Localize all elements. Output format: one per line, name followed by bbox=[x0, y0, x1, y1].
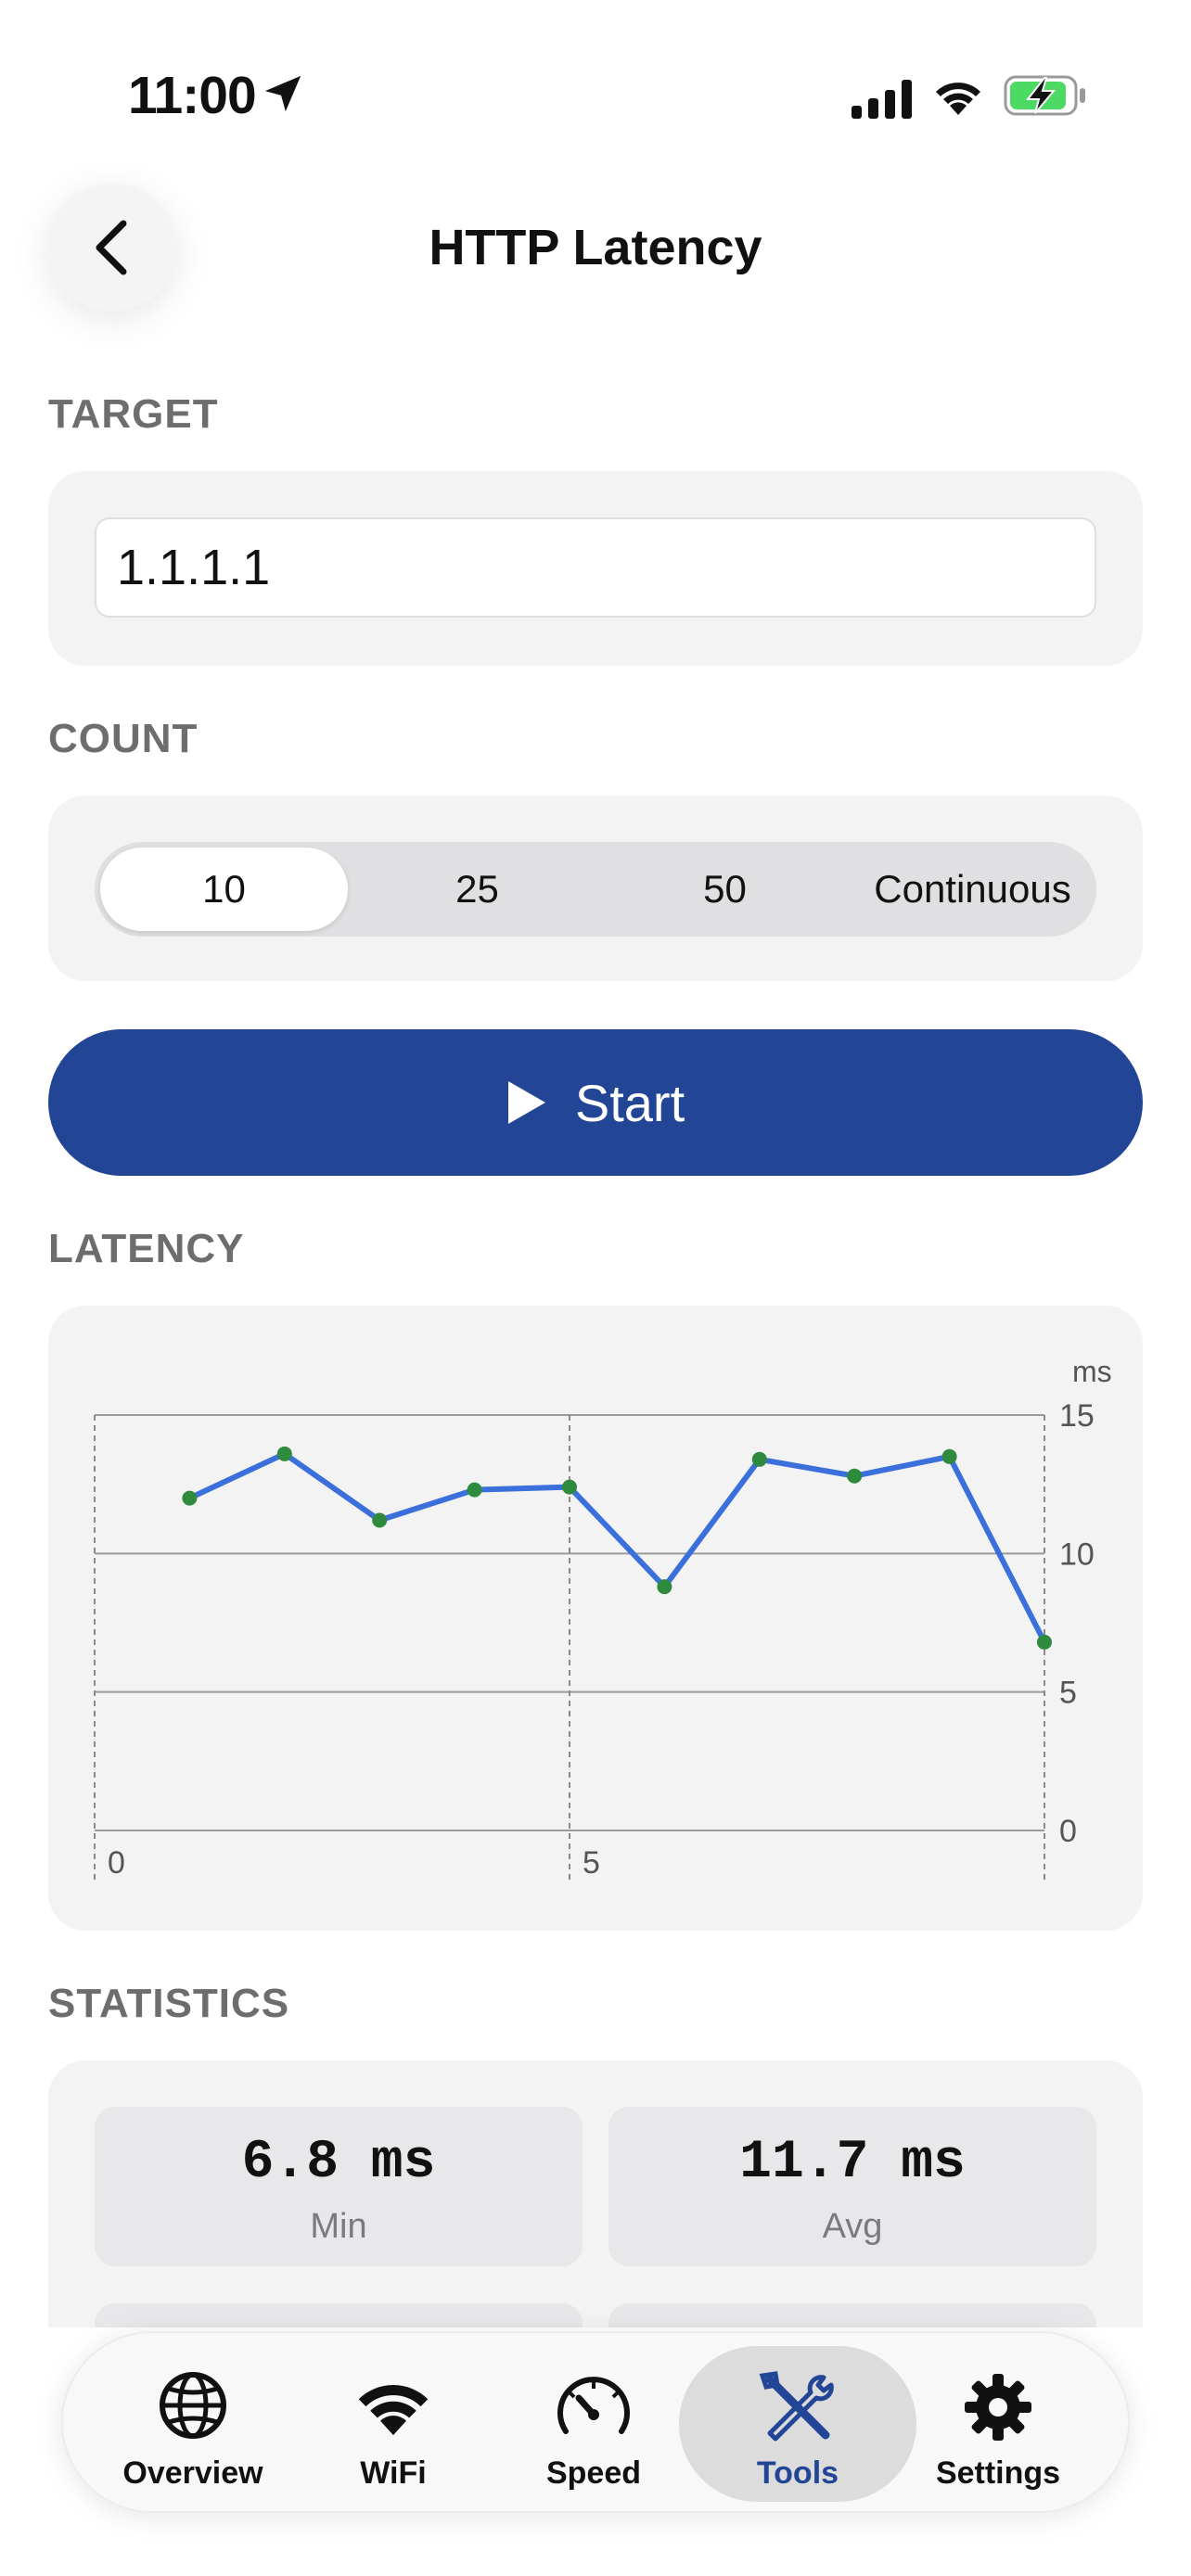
count-segmented-control: 10 25 50 Continuous bbox=[95, 842, 1096, 937]
statistics-section-label: STATISTICS bbox=[48, 1981, 290, 2026]
count-option-10[interactable]: 10 bbox=[100, 848, 348, 931]
battery-charging-icon bbox=[1004, 75, 1085, 116]
wifi-icon bbox=[358, 2384, 429, 2436]
data-point bbox=[847, 1468, 863, 1484]
stat-avg-label: Avg bbox=[822, 2207, 883, 2246]
globe-icon bbox=[160, 2372, 226, 2439]
status-time: 11:00 bbox=[128, 66, 257, 125]
tab-settings-label: Settings bbox=[935, 2455, 1061, 2491]
data-point bbox=[941, 1448, 957, 1464]
start-button-label: Start bbox=[574, 1073, 685, 1132]
tab-speed[interactable]: Speed bbox=[501, 2346, 686, 2502]
y-axis-unit-label: ms bbox=[1072, 1355, 1112, 1388]
data-point bbox=[467, 1482, 482, 1498]
tab-wifi-label: WiFi bbox=[360, 2455, 427, 2491]
tab-overview-label: Overview bbox=[122, 2455, 263, 2491]
stat-min-label: Min bbox=[310, 2207, 367, 2246]
tab-settings[interactable]: Settings bbox=[905, 2346, 1091, 2502]
tab-bar: Overview WiFi Speed Tools Settings bbox=[61, 2331, 1130, 2513]
start-button[interactable]: Start bbox=[48, 1029, 1143, 1176]
page-title: HTTP Latency bbox=[429, 220, 762, 275]
data-point bbox=[1037, 1634, 1052, 1650]
play-icon bbox=[507, 1081, 545, 1124]
stat-min: 6.8 ms Min bbox=[95, 2107, 583, 2266]
tab-tools[interactable]: Tools bbox=[679, 2346, 916, 2502]
data-point bbox=[182, 1490, 198, 1506]
x-tick-label: 5 bbox=[583, 1845, 600, 1881]
count-option-50[interactable]: 50 bbox=[601, 842, 849, 937]
x-tick-label: 0 bbox=[108, 1845, 125, 1881]
tab-overview[interactable]: Overview bbox=[100, 2346, 286, 2502]
gear-icon bbox=[965, 2374, 1031, 2441]
stat-min-value: 6.8 ms bbox=[241, 2133, 436, 2193]
tools-icon bbox=[759, 2371, 834, 2442]
y-tick-label: 5 bbox=[1059, 1676, 1077, 1711]
count-option-25[interactable]: 25 bbox=[353, 842, 601, 937]
data-point bbox=[276, 1446, 292, 1461]
target-card: 1.1.1.1 bbox=[48, 471, 1143, 666]
location-arrow-icon bbox=[264, 75, 301, 112]
data-point bbox=[562, 1479, 577, 1495]
stat-avg: 11.7 ms Avg bbox=[608, 2107, 1096, 2266]
status-bar: 11:00 bbox=[0, 0, 1191, 185]
target-section-label: TARGET bbox=[48, 391, 219, 437]
y-tick-label: 0 bbox=[1059, 1814, 1077, 1849]
stat-avg-value: 11.7 ms bbox=[739, 2133, 966, 2193]
speedometer-icon bbox=[557, 2377, 630, 2434]
data-point bbox=[372, 1512, 388, 1528]
count-section-label: COUNT bbox=[48, 716, 198, 761]
latency-chart: 0 5 10 15 0 5 ms bbox=[94, 1355, 1112, 1882]
tab-wifi[interactable]: WiFi bbox=[301, 2346, 486, 2502]
cellular-signal-icon bbox=[852, 80, 912, 119]
count-option-continuous[interactable]: Continuous bbox=[849, 842, 1096, 937]
tab-tools-label: Tools bbox=[756, 2455, 839, 2491]
latency-section-label: LATENCY bbox=[48, 1226, 245, 1271]
latency-chart-card: 0 5 10 15 0 5 ms bbox=[48, 1306, 1143, 1931]
y-tick-label: 15 bbox=[1059, 1398, 1095, 1434]
target-input[interactable]: 1.1.1.1 bbox=[95, 517, 1096, 618]
y-tick-label: 10 bbox=[1059, 1537, 1095, 1572]
latency-series-line bbox=[186, 1450, 1047, 1645]
data-point bbox=[657, 1579, 672, 1595]
count-card: 10 25 50 Continuous bbox=[48, 796, 1143, 981]
data-point bbox=[751, 1451, 767, 1467]
wifi-status-icon bbox=[936, 83, 980, 115]
tab-speed-label: Speed bbox=[545, 2455, 642, 2491]
